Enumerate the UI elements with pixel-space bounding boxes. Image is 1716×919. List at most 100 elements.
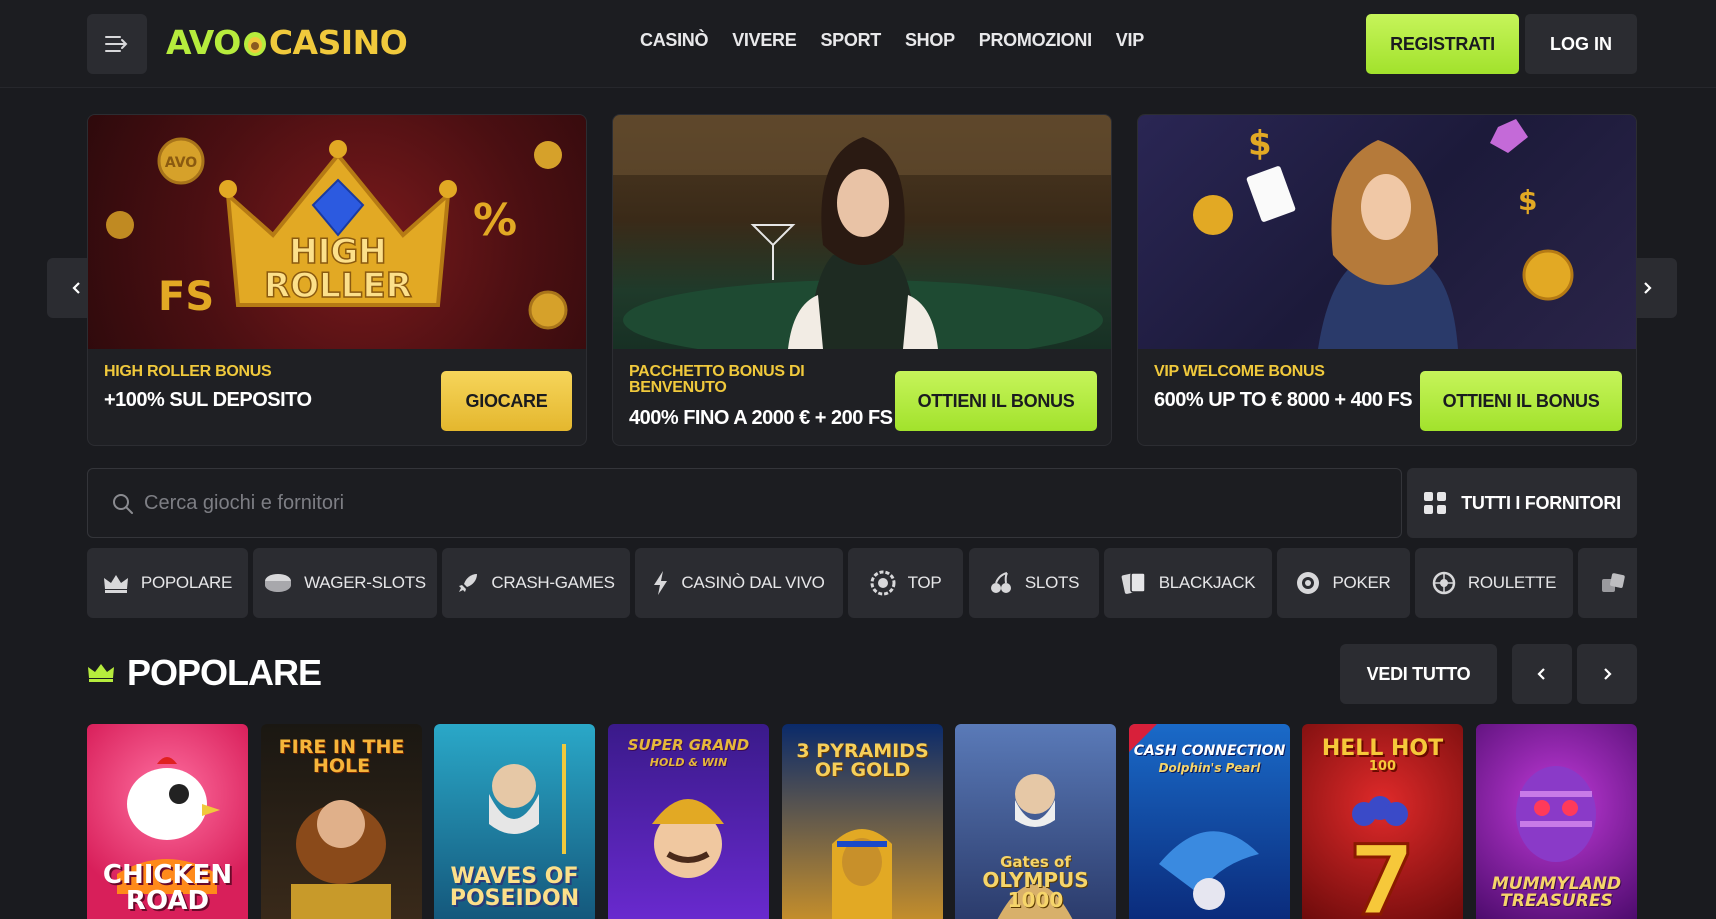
banner-title: PACCHETTO BONUS DI BENVENUTO bbox=[629, 363, 805, 396]
category-crash-games[interactable]: CRASH-GAMES bbox=[442, 548, 630, 618]
category-label: WAGER-SLOTS bbox=[304, 573, 426, 592]
category-label: CASINÒ DAL VIVO bbox=[681, 573, 825, 592]
game-subtitle: HOLD & WIN bbox=[649, 756, 728, 769]
cards-icon bbox=[1121, 572, 1146, 594]
category-label: TOP bbox=[907, 573, 942, 592]
game-tile-hell-hot-100[interactable]: 7 HELL HOT 100 bbox=[1302, 724, 1463, 919]
banner-image-high-roller: AVO HIGH ROLLER FS % bbox=[88, 115, 586, 349]
game-title: SUPER GRAND bbox=[627, 736, 750, 754]
login-button[interactable]: LOG IN bbox=[1525, 14, 1637, 74]
game-tile-mummyland-treasures[interactable]: MUMMYLAND TREASURES bbox=[1476, 724, 1637, 919]
nav-shop[interactable]: SHOP bbox=[905, 30, 955, 51]
register-button[interactable]: REGISTRATI bbox=[1366, 14, 1519, 74]
category-live-casino[interactable]: CASINÒ DAL VIVO bbox=[635, 548, 843, 618]
menu-toggle-button[interactable] bbox=[87, 14, 147, 74]
banner-title-line-1: PACCHETTO BONUS DI bbox=[629, 363, 805, 380]
game-tile-cash-connection[interactable]: CASH CONNECTION Dolphin's Pearl bbox=[1129, 724, 1290, 919]
section-title: POPOLARE bbox=[127, 652, 322, 693]
search-input[interactable] bbox=[144, 469, 1344, 537]
main-nav: CASINÒ VIVERE SPORT SHOP PROMOZIONI VIP bbox=[640, 30, 1168, 51]
banner-description: 400% FINO A 2000 € + 200 FS bbox=[629, 407, 893, 429]
banner-title: HIGH ROLLER BONUS bbox=[104, 363, 272, 380]
banner-description: 600% UP TO € 8000 + 400 FS bbox=[1154, 389, 1413, 411]
category-label: POPOLARE bbox=[140, 573, 233, 592]
search-icon bbox=[113, 494, 133, 514]
grid-icon bbox=[1424, 492, 1447, 514]
search-bar[interactable] bbox=[87, 468, 1402, 538]
game-title: CASH CONNECTION bbox=[1133, 743, 1286, 759]
category-slots[interactable]: SLOTS bbox=[969, 548, 1099, 618]
nav-sport[interactable]: SPORT bbox=[820, 30, 881, 51]
nav-casino[interactable]: CASINÒ bbox=[640, 30, 709, 51]
crown-illustration: AVO HIGH ROLLER FS % bbox=[106, 137, 568, 330]
avocado-icon bbox=[243, 32, 266, 56]
category-label: BLACKJACK bbox=[1158, 573, 1256, 592]
svg-text:7: 7 bbox=[1349, 825, 1416, 919]
rocket-icon bbox=[459, 574, 478, 592]
dice-icon bbox=[1602, 573, 1625, 592]
category-label: CRASH-GAMES bbox=[491, 573, 615, 592]
menu-icon bbox=[105, 36, 128, 52]
game-subtitle: POSEIDON bbox=[449, 886, 580, 911]
category-blackjack[interactable]: BLACKJACK bbox=[1104, 548, 1272, 618]
vip-woman-illustration: $ $ bbox=[1193, 119, 1574, 349]
crown-icon bbox=[88, 664, 114, 682]
category-wager-slots[interactable]: WAGER-SLOTS bbox=[253, 548, 437, 618]
games-next-button[interactable] bbox=[1577, 644, 1637, 704]
game-title: WAVES OF bbox=[450, 864, 579, 889]
chevron-left-icon bbox=[1537, 668, 1545, 680]
category-popolare[interactable]: POPOLARE bbox=[87, 548, 248, 618]
logo-text-casino: CASINO bbox=[268, 22, 408, 62]
chevron-right-icon bbox=[1604, 668, 1612, 680]
banner-high-roller[interactable]: AVO HIGH ROLLER FS % HIGH ROLLER BONUS +… bbox=[87, 114, 587, 446]
nav-vip[interactable]: VIP bbox=[1116, 30, 1144, 51]
nav-promozioni[interactable]: PROMOZIONI bbox=[979, 30, 1092, 51]
game-tile-3-pyramids-of-gold[interactable]: 3 PYRAMIDS OF GOLD bbox=[782, 724, 943, 919]
badge-icon bbox=[870, 570, 896, 596]
banner-description: +100% SUL DEPOSITO bbox=[104, 389, 312, 411]
lightning-icon bbox=[654, 571, 668, 595]
category-more[interactable] bbox=[1578, 548, 1637, 618]
get-bonus-button[interactable]: OTTIENI IL BONUS bbox=[1420, 371, 1622, 431]
play-button[interactable]: GIOCARE bbox=[441, 371, 572, 431]
game-tile-gates-of-olympus[interactable]: Gates of OLYMPUS 1000 bbox=[955, 724, 1116, 919]
game-title: HELL HOT bbox=[1321, 736, 1444, 761]
svg-text:$: $ bbox=[1518, 184, 1537, 217]
banner-welcome-package[interactable]: PACCHETTO BONUS DI BENVENUTO 400% FINO A… bbox=[612, 114, 1112, 446]
see-all-button[interactable]: VEDI TUTTO bbox=[1340, 644, 1497, 704]
logo[interactable]: AVO CASINO bbox=[166, 22, 408, 62]
roulette-icon bbox=[1432, 571, 1456, 595]
game-subtitle: 100 bbox=[1368, 759, 1397, 774]
banner-title-line-2: BENVENUTO bbox=[629, 379, 727, 396]
game-tile-fire-in-the-hole[interactable]: FIRE IN THE HOLE bbox=[261, 724, 422, 919]
chevron-right-icon bbox=[1644, 282, 1652, 294]
svg-text:%: % bbox=[473, 195, 517, 246]
woman-illustration bbox=[613, 115, 1111, 360]
crown-icon bbox=[103, 575, 128, 593]
category-poker[interactable]: POKER bbox=[1277, 548, 1410, 618]
category-label: SLOTS bbox=[1024, 573, 1080, 592]
game-subtitle: OF GOLD bbox=[814, 759, 911, 781]
games-prev-button[interactable] bbox=[1512, 644, 1572, 704]
category-top[interactable]: TOP bbox=[848, 548, 963, 618]
chip-icon bbox=[265, 574, 292, 592]
banner-image-vip: $ $ bbox=[1138, 115, 1636, 349]
top-header: AVO CASINO CASINÒ VIVERE SPORT SHOP PROM… bbox=[0, 0, 1716, 88]
game-title: FIRE IN THE HOLE bbox=[278, 736, 405, 777]
banner-title: VIP WELCOME BONUS bbox=[1154, 363, 1325, 380]
category-roulette[interactable]: ROULETTE bbox=[1415, 548, 1573, 618]
svg-text:ROLLER: ROLLER bbox=[264, 266, 412, 306]
banner-vip-welcome[interactable]: $ $ VIP WELCOME BONUS 600% UP TO € 8000 … bbox=[1137, 114, 1637, 446]
svg-text:FS: FS bbox=[158, 274, 214, 320]
game-tile-waves-of-poseidon[interactable]: WAVES OF POSEIDON bbox=[434, 724, 595, 919]
svg-text:AVO: AVO bbox=[165, 155, 197, 171]
get-bonus-button[interactable]: OTTIENI IL BONUS bbox=[895, 371, 1097, 431]
game-tile-super-grand[interactable]: SUPER GRAND HOLD & WIN bbox=[608, 724, 769, 919]
poker-chip-icon bbox=[1297, 572, 1320, 594]
nav-vivere[interactable]: VIVERE bbox=[732, 30, 797, 51]
game-subtitle: Dolphin's Pearl bbox=[1158, 761, 1261, 775]
game-subtitle: TREASURES bbox=[1500, 891, 1613, 911]
category-label: POKER bbox=[1332, 573, 1391, 592]
game-tile-chicken-road[interactable]: CHICKEN ROAD bbox=[87, 724, 248, 919]
all-providers-button[interactable]: TUTTI I FORNITORI bbox=[1407, 468, 1637, 538]
